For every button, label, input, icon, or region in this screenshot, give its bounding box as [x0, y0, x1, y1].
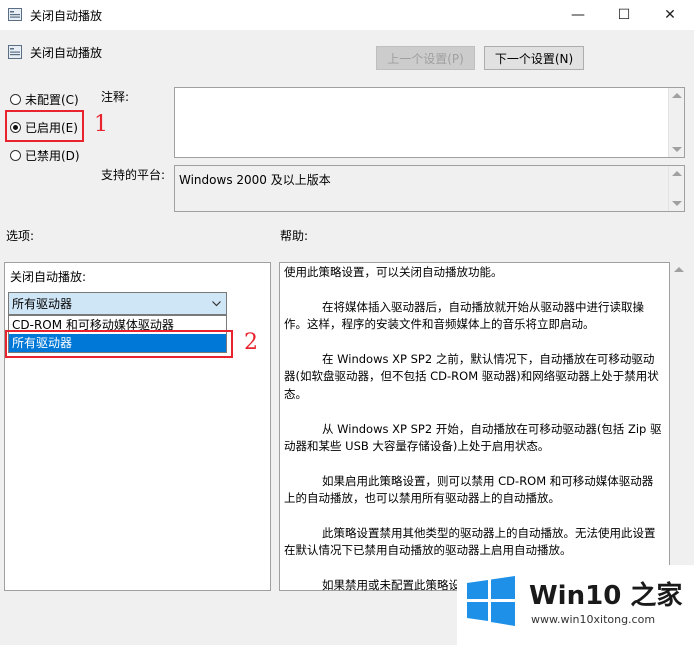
watermark-url: www.win10xitong.com	[531, 613, 656, 626]
annotation-box-1	[5, 110, 84, 142]
help-paragraph: 使用此策略设置，可以关闭自动播放功能。	[284, 265, 503, 279]
comment-scrollbar[interactable]	[668, 88, 684, 157]
maximize-icon: ☐	[617, 7, 631, 23]
window-title: 关闭自动播放	[30, 9, 103, 23]
scroll-up-icon[interactable]	[672, 171, 682, 176]
comment-label: 注释:	[101, 90, 130, 104]
minimize-icon: —	[571, 7, 585, 23]
maximize-button[interactable]: ☐	[601, 0, 647, 30]
close-icon: ✕	[664, 7, 676, 23]
help-paragraph: 在将媒体插入驱动器后，自动播放就开始从驱动器中进行读取操作。这样，程序的安装文件…	[284, 299, 644, 332]
help-paragraph: 此策略设置禁用其他类型的驱动器上的自动播放。无法使用此设置在默认情况下已禁用自动…	[284, 526, 656, 558]
annotation-number-2: 2	[244, 330, 258, 355]
radio-not-configured[interactable]: 未配置(C)	[10, 91, 79, 108]
watermark: Win10 之家 www.win10xitong.com	[457, 565, 694, 645]
help-section-label: 帮助:	[280, 229, 309, 243]
scroll-up-icon[interactable]	[674, 267, 684, 272]
platform-value: Windows 2000 及以上版本	[179, 173, 331, 187]
comment-textarea[interactable]	[174, 87, 685, 158]
help-paragraph: 如果启用此策略设置，则可以禁用 CD-ROM 和可移动媒体驱动器上的自动播放，也…	[284, 473, 654, 506]
scroll-down-icon[interactable]	[672, 147, 682, 152]
platform-scrollbar[interactable]	[668, 166, 684, 211]
help-paragraph: 在 Windows XP SP2 之前，默认情况下，自动播放在可移动驱动器(如软…	[284, 352, 659, 401]
annotation-number-1: 1	[94, 112, 108, 137]
policy-name-heading: 关闭自动播放	[30, 46, 103, 60]
watermark-title: Win10 之家	[529, 581, 683, 611]
drive-select[interactable]: 所有驱动器	[8, 292, 227, 315]
chevron-down-icon	[212, 301, 221, 307]
help-scrollbar[interactable]	[671, 262, 687, 591]
policy-window-icon	[8, 8, 22, 21]
minimize-button[interactable]: —	[555, 0, 601, 30]
windows-logo-icon	[467, 576, 515, 626]
previous-setting-button[interactable]: 上一个设置(P)	[376, 46, 475, 70]
scroll-up-icon[interactable]	[672, 93, 682, 98]
next-setting-button[interactable]: 下一个设置(N)	[484, 46, 584, 70]
radio-disabled-label: 已禁用(D)	[25, 149, 80, 163]
policy-setting-icon	[8, 45, 22, 59]
radio-circle	[10, 94, 21, 105]
help-text: 使用此策略设置，可以关闭自动播放功能。 在将媒体插入驱动器后，自动播放就开始从驱…	[284, 264, 664, 612]
scroll-down-icon[interactable]	[672, 201, 682, 206]
annotation-box-2	[5, 330, 233, 358]
autoplay-option-label: 关闭自动播放:	[10, 270, 87, 284]
help-paragraph: 从 Windows XP SP2 开始，自动播放在可移动驱动器(包括 Zip 驱…	[284, 421, 662, 454]
platform-label: 支持的平台:	[101, 168, 166, 182]
close-button[interactable]: ✕	[647, 0, 693, 30]
radio-disabled[interactable]: 已禁用(D)	[10, 147, 80, 164]
title-bar: 关闭自动播放 — ☐ ✕	[0, 0, 694, 30]
radio-not-configured-label: 未配置(C)	[25, 93, 79, 107]
radio-circle	[10, 150, 21, 161]
platform-field: Windows 2000 及以上版本	[174, 165, 685, 212]
drive-select-value: 所有驱动器	[12, 297, 73, 311]
options-section-label: 选项:	[6, 229, 35, 243]
